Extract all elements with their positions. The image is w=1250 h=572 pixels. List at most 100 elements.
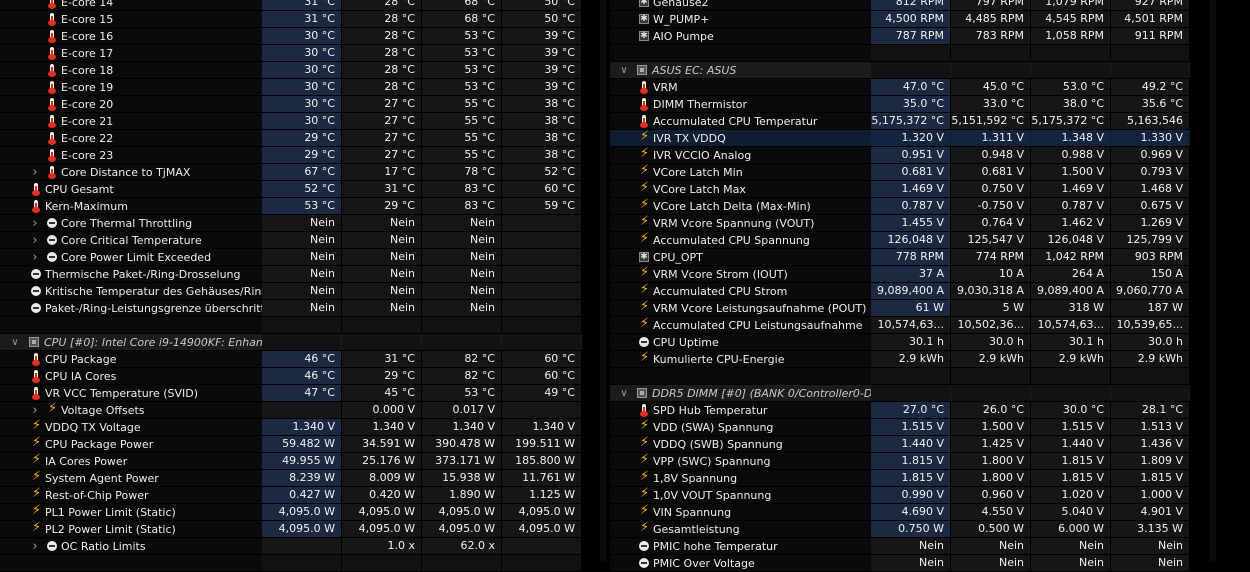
sensor-group-header[interactable]: ∨ CPU [#0]: Intel Core i9-14900KF: Enhanc…	[0, 334, 582, 351]
current-value: 1.515 V	[871, 419, 950, 435]
sensor-row[interactable]: ⚡ VDDQ (SWB) Spannung 1.440 V 1.425 V 1.440 …	[610, 436, 1190, 453]
sensor-row[interactable]: Paket-/Ring-Leistungsgrenze überschritte…	[0, 300, 582, 317]
min-value: 1.425 V	[951, 436, 1030, 452]
sensor-label: E-core 16	[61, 30, 114, 43]
sensor-row[interactable]: › Core Distance to TjMAX 67 °C 17 °C 78 °C 52…	[0, 164, 582, 181]
sensor-name-cell: ⚡ VPP (SWC) Spannung	[610, 453, 871, 469]
min-value: 28 °C	[342, 45, 421, 61]
sensor-row[interactable]: ⚡ VCore Latch Max 1.469 V 0.750 V 1.469 V 1.4…	[610, 181, 1190, 198]
sensor-row[interactable]: › Core Thermal Throttling Nein Nein Nein	[0, 215, 582, 232]
sensor-row[interactable]: E-core 22 29 °C 27 °C 55 °C 38 °C	[0, 130, 582, 147]
collapse-chevron-icon[interactable]: ∨	[619, 386, 629, 401]
min-value: Nein	[342, 232, 421, 248]
left-scrollbar[interactable]	[600, 0, 606, 561]
clock-icon	[638, 557, 650, 569]
sensor-row[interactable]: ⚡ VDDQ TX Voltage 1.340 V 1.340 V 1.340 V 1.3…	[0, 419, 582, 436]
sensor-row[interactable]: CPU Gesamt 52 °C 31 °C 83 °C 60 °C	[0, 181, 582, 198]
sensor-row[interactable]: PMIC Over Voltage Nein Nein Nein Nein	[610, 555, 1190, 572]
sensor-row[interactable]: Kern-Maximum 53 °C 29 °C 83 °C 59 °C	[0, 198, 582, 215]
sensor-row[interactable]: ⚡ VRM Vcore Strom (IOUT) 37 A 10 A 264 A 150 …	[610, 266, 1190, 283]
sensor-row[interactable]: Accumulated CPU Temperatur 5,175,372 °C 5,…	[610, 113, 1190, 143]
sensor-row[interactable]: E-core 19 30 °C 28 °C 53 °C 39 °C	[0, 79, 582, 96]
sensor-row[interactable]: ⚡ IVR TX VDDQ 1.320 V 1.311 V 1.348 V 1.330 V	[610, 130, 1190, 147]
sensor-row[interactable]: ⚡ Accumulated CPU Spannung 126,048 V 125,54…	[610, 232, 1190, 249]
max-value: 1.815 V	[1031, 453, 1110, 469]
sensor-row[interactable]: ⚡ 1,8V Spannung 1.815 V 1.800 V 1.815 V 1.815…	[610, 470, 1190, 487]
sensor-row[interactable]: ⚡ 1,0V VOUT Spannung 0.990 V 0.960 V 1.020 V…	[610, 487, 1190, 504]
sensor-row[interactable]: CPU Package 46 °C 31 °C 82 °C 60 °C	[0, 351, 582, 368]
sensor-row[interactable]: ⚡ VDD (SWA) Spannung 1.515 V 1.500 V 1.515 V…	[610, 419, 1190, 436]
sensor-row[interactable]: ⚡ IA Cores Power 49.955 W 25.176 W 373.171 W…	[0, 453, 582, 470]
sensor-row[interactable]: ⚡ VRM Vcore Leistungsaufnahme (POUT) 61 W5…	[610, 300, 1190, 317]
sensor-row[interactable]: › Core Power Limit Exceeded Nein Nein Nein	[0, 249, 582, 266]
sensor-row[interactable]: ✱ CPU_OPT 778 RPM 774 RPM 1,042 RPM 903 RPM	[610, 249, 1190, 266]
expand-chevron-icon[interactable]: ›	[30, 165, 40, 180]
min-value: Nein	[951, 538, 1030, 554]
sensor-row[interactable]: VRM 47.0 °C 45.0 °C 53.0 °C 49.2 °C	[610, 79, 1190, 96]
sensor-row[interactable]: › Core Critical Temperature Nein Nein Nein	[0, 232, 582, 249]
min-value: 4,095.0 W	[342, 521, 421, 537]
sensor-row[interactable]: ⚡ VIN Spannung 4.690 V 4.550 V 5.040 V 4.901 …	[610, 504, 1190, 521]
max-value: 5,175,372 °C	[1031, 113, 1110, 129]
min-value: 0.750 V	[951, 181, 1030, 197]
thermometer-icon	[46, 0, 58, 9]
sensor-row[interactable]: ⚡ Gesamtleistung 0.750 W 0.500 W 6.000 W 3.13…	[610, 521, 1190, 538]
current-value: 4.690 V	[871, 504, 950, 520]
expand-chevron-icon[interactable]: ›	[30, 250, 40, 265]
sensor-row[interactable]: Thermische Paket-/Ring-Drosselung Nein Nei…	[0, 266, 582, 283]
sensor-row[interactable]: ⚡ VCore Latch Delta (Max-Min) 0.787 V -0.75…	[610, 198, 1190, 215]
sensor-row[interactable]: DIMM Thermistor 35.0 °C 33.0 °C 38.0 °C 35.6…	[610, 96, 1190, 113]
collapse-chevron-icon[interactable]: ∨	[10, 335, 20, 350]
max-value: 0.017 V	[422, 402, 501, 418]
sensor-row[interactable]: ⚡ CPU Package Power 59.482 W 34.591 W 390.47…	[0, 436, 582, 453]
sensor-row[interactable]: › OC Ratio Limits 1.0 x 62.0 x	[0, 538, 582, 555]
voltage-bolt-icon: ⚡	[32, 504, 42, 518]
sensor-row[interactable]: ⚡ Rest-of-Chip Power 0.427 W 0.420 W 1.890 W…	[0, 487, 582, 504]
max-value: 4,095.0 W	[422, 504, 501, 520]
sensor-name-cell: E-core 23	[0, 147, 262, 163]
sensor-row[interactable]: VR VCC Temperature (SVID) 47 °C 45 °C 53 °C…	[0, 385, 582, 402]
max-value: 4,095.0 W	[422, 521, 501, 537]
sensor-row[interactable]: E-core 17 30 °C 28 °C 53 °C 39 °C	[0, 45, 582, 62]
sensor-row[interactable]: SPD Hub Temperatur 27.0 °C 26.0 °C 30.0 °C 2…	[610, 402, 1190, 419]
sensor-row[interactable]: E-core 18 30 °C 28 °C 53 °C 39 °C	[0, 62, 582, 79]
expand-chevron-icon[interactable]: ›	[30, 233, 40, 248]
sensor-row[interactable]: ✱ W_PUMP+ 4,500 RPM 4,485 RPM 4,545 RPM 4,501…	[610, 11, 1190, 28]
sensor-row[interactable]: ⚡ Accumulated CPU Strom 9,089,400 A 9,030,3…	[610, 283, 1190, 300]
collapse-chevron-icon[interactable]: ∨	[619, 63, 629, 78]
sensor-row[interactable]: E-core 16 30 °C 28 °C 53 °C 39 °C	[0, 28, 582, 45]
sensor-row[interactable]: ⚡ System Agent Power 8.239 W 8.009 W 15.938 …	[0, 470, 582, 487]
current-value	[871, 368, 950, 384]
sensor-group-header[interactable]: ∨ DDR5 DIMM [#0] (BANK 0/Controller0-DIMM…	[610, 385, 1190, 402]
sensor-row[interactable]: E-core 20 30 °C 27 °C 55 °C 38 °C	[0, 96, 582, 113]
sensor-group-header[interactable]: ∨ ASUS EC: ASUS	[610, 62, 1190, 79]
sensor-row[interactable]: ⚡ VRM Vcore Spannung (VOUT) 1.455 V 0.764 V…	[610, 215, 1190, 232]
sensor-row[interactable]: CPU Uptime 30.1 h 30.0 h 30.1 h 30.0 h	[610, 334, 1190, 351]
sensor-row[interactable]: E-core 15 31 °C 28 °C 68 °C 50 °C	[0, 11, 582, 28]
sensor-row[interactable]: ⚡ IVR VCCIO Analog 0.951 V 0.948 V 0.988 V 0.…	[610, 147, 1190, 164]
min-value: 5 W	[951, 300, 1030, 316]
sensor-row[interactable]: CPU IA Cores 46 °C 29 °C 82 °C 60 °C	[0, 368, 582, 385]
min-value: 27 °C	[342, 113, 421, 129]
min-value: 1.0 x	[342, 538, 421, 554]
sensor-row[interactable]: ⚡ PL1 Power Limit (Static) 4,095.0 W 4,095.…	[0, 504, 582, 521]
sensor-row[interactable]: E-core 14 31 °C 28 °C 68 °C 50 °C	[0, 0, 582, 11]
expand-chevron-icon[interactable]: ›	[30, 403, 40, 418]
sensor-row[interactable]: ⚡ VPP (SWC) Spannung 1.815 V 1.800 V 1.815 V…	[610, 453, 1190, 470]
sensor-row[interactable]: E-core 21 30 °C 27 °C 55 °C 38 °C	[0, 113, 582, 130]
sensor-row[interactable]: › ⚡ Voltage Offsets 0.000 V 0.017 V	[0, 402, 582, 419]
expand-chevron-icon[interactable]: ›	[30, 539, 40, 554]
sensor-row[interactable]: ✱ AIO Pumpe 787 RPM 783 RPM 1,058 RPM 911 RPM	[610, 28, 1190, 45]
sensor-row[interactable]: ✱ Gehäuse2 812 RPM 797 RPM 1,079 RPM 927 RPM	[610, 0, 1190, 11]
sensor-row[interactable]: ⚡ VCore Latch Min 0.681 V 0.681 V 1.500 V 0.7…	[610, 164, 1190, 181]
expand-chevron-icon[interactable]: ›	[30, 216, 40, 231]
sensor-row[interactable]: E-core 23 29 °C 27 °C 55 °C 38 °C	[0, 147, 582, 164]
sensor-row[interactable]: ⚡ PL2 Power Limit (Static) 4,095.0 W 4,095.…	[0, 521, 582, 538]
sensor-row[interactable]: ⚡ Accumulated CPU Leistungsaufnahme 10,574…	[610, 317, 1190, 334]
avg-value: 50 °C	[502, 11, 581, 27]
sensor-row[interactable]: Kritische Temperatur des Gehäuses/Rings N…	[0, 283, 582, 300]
sensor-row[interactable]: PMIC hohe Temperatur Nein Nein Nein Nein	[610, 538, 1190, 555]
max-value: 55 °C	[422, 147, 501, 163]
sensor-row[interactable]: ⚡ Kumulierte CPU-Energie 2.9 kWh 2.9 kWh 2.9…	[610, 351, 1190, 368]
right-scrollbar[interactable]	[1210, 0, 1216, 561]
